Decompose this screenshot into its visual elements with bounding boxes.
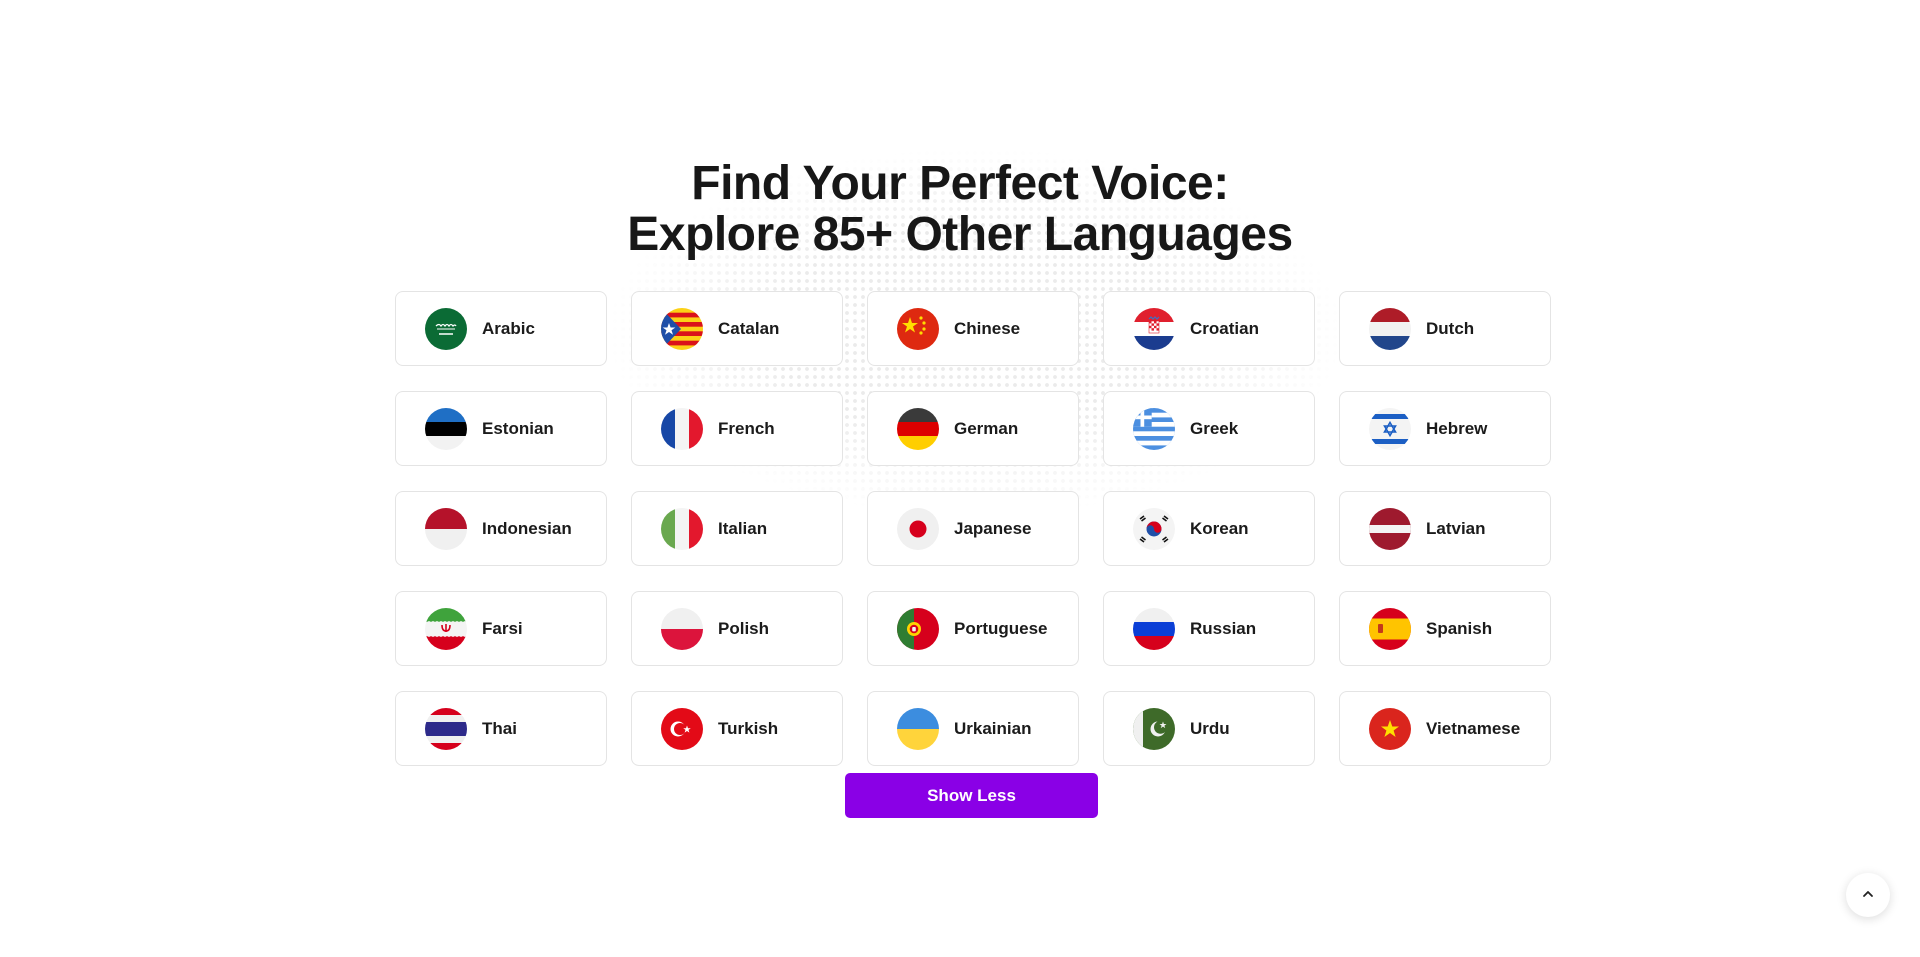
language-card-greek[interactable]: Greek [1103, 391, 1315, 466]
japan-flag-icon [897, 507, 939, 550]
language-label: Turkish [718, 718, 779, 738]
language-card-urdu[interactable]: Urdu [1103, 691, 1315, 766]
language-card-turkish[interactable]: Turkish [631, 691, 843, 766]
indonesia-flag-icon [425, 507, 467, 550]
language-card-vietnamese[interactable]: Vietnamese [1339, 691, 1551, 766]
france-flag-icon [661, 407, 703, 450]
italy-flag-icon [661, 507, 703, 550]
title-line-2: Explore 85+ Other Languages [627, 208, 1293, 261]
scroll-to-top-button[interactable] [1846, 873, 1890, 917]
language-card-chinese[interactable]: Chinese [867, 291, 1079, 366]
portugal-flag-icon [897, 607, 939, 650]
netherlands-flag-icon [1369, 307, 1411, 350]
poland-flag-icon [661, 607, 703, 650]
language-card-portuguese[interactable]: Portuguese [867, 591, 1079, 666]
language-card-dutch[interactable]: Dutch [1339, 291, 1551, 366]
israel-flag-icon [1369, 407, 1411, 450]
language-card-estonian[interactable]: Estonian [395, 391, 607, 466]
language-label: German [954, 418, 1019, 438]
language-label: Catalan [718, 318, 780, 338]
language-card-japanese[interactable]: Japanese [867, 491, 1079, 566]
language-label: Greek [1190, 418, 1239, 438]
language-card-ukrainian[interactable]: Urkainian [867, 691, 1079, 766]
vietnam-flag-icon [1369, 707, 1411, 750]
saudi-flag-icon [425, 307, 467, 350]
germany-flag-icon [897, 407, 939, 450]
show-less-button[interactable]: Show Less [845, 773, 1098, 818]
language-card-thai[interactable]: Thai [395, 691, 607, 766]
language-label: Croatian [1190, 318, 1259, 338]
language-label: Hebrew [1426, 418, 1488, 438]
language-label: Estonian [482, 418, 554, 438]
chevron-up-icon [1861, 887, 1875, 904]
language-label: Polish [718, 618, 770, 638]
language-card-french[interactable]: French [631, 391, 843, 466]
language-label: Indonesian [482, 518, 572, 538]
pakistan-flag-icon [1133, 707, 1175, 750]
language-label: Urkainian [954, 718, 1032, 738]
south-korea-flag-icon [1133, 507, 1175, 550]
page-title: Find Your Perfect Voice: Explore 85+ Oth… [0, 158, 1920, 260]
language-card-catalan[interactable]: Catalan [631, 291, 843, 366]
language-card-russian[interactable]: Russian [1103, 591, 1315, 666]
language-label: Thai [482, 718, 517, 738]
language-card-indonesian[interactable]: Indonesian [395, 491, 607, 566]
language-label: Chinese [954, 318, 1021, 338]
language-card-korean[interactable]: Korean [1103, 491, 1315, 566]
language-label: Spanish [1426, 618, 1493, 638]
language-card-spanish[interactable]: Spanish [1339, 591, 1551, 666]
greece-flag-icon [1133, 407, 1175, 450]
language-label: Italian [718, 518, 768, 538]
china-flag-icon [897, 307, 939, 350]
language-card-farsi[interactable]: Farsi [395, 591, 607, 666]
language-card-italian[interactable]: Italian [631, 491, 843, 566]
language-card-hebrew[interactable]: Hebrew [1339, 391, 1551, 466]
language-label: Urdu [1190, 718, 1230, 738]
language-card-latvian[interactable]: Latvian [1339, 491, 1551, 566]
iran-flag-icon [425, 607, 467, 650]
language-card-german[interactable]: German [867, 391, 1079, 466]
language-card-polish[interactable]: Polish [631, 591, 843, 666]
ukraine-flag-icon [897, 707, 939, 750]
language-card-arabic[interactable]: Arabic [395, 291, 607, 366]
language-label: French [718, 418, 775, 438]
turkey-flag-icon [661, 707, 703, 750]
language-label: Latvian [1426, 518, 1486, 538]
language-label: Russian [1190, 618, 1257, 638]
language-card-croatian[interactable]: Croatian [1103, 291, 1315, 366]
language-label: Farsi [482, 618, 523, 638]
language-label: Portuguese [954, 618, 1048, 638]
catalan-flag-icon [661, 307, 703, 350]
russia-flag-icon [1133, 607, 1175, 650]
latvia-flag-icon [1369, 507, 1411, 550]
thailand-flag-icon [425, 707, 467, 750]
title-line-1: Find Your Perfect Voice: [691, 157, 1229, 210]
estonia-flag-icon [425, 407, 467, 450]
language-label: Arabic [482, 318, 535, 338]
language-label: Korean [1190, 518, 1249, 538]
language-label: Dutch [1426, 318, 1475, 338]
croatia-flag-icon [1133, 307, 1175, 350]
language-grid: Arabic Catalan Chinese Croatian Dutch Es… [395, 291, 1551, 766]
language-label: Vietnamese [1426, 718, 1521, 738]
language-label: Japanese [954, 518, 1032, 538]
spain-flag-icon [1369, 607, 1411, 650]
